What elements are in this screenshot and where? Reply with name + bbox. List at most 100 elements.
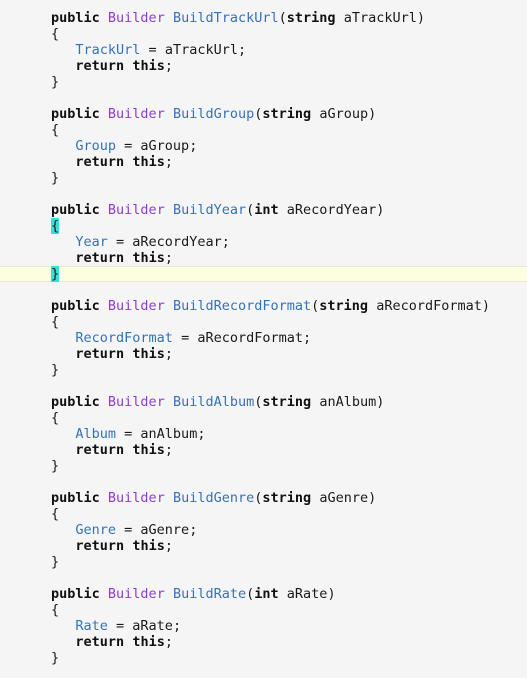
close-brace-line[interactable]: } xyxy=(0,458,527,474)
keyword-this: this xyxy=(132,634,165,650)
close-paren: ) xyxy=(368,490,377,506)
code-text: return this; xyxy=(51,346,173,362)
method-signature-line[interactable]: public Builder BuildGroup(string aGroup) xyxy=(0,106,527,122)
keyword-public: public xyxy=(51,586,100,602)
method-name: BuildRecordFormat xyxy=(172,298,312,314)
open-brace-line[interactable]: { xyxy=(0,602,527,618)
close-brace-line[interactable]: } xyxy=(0,170,527,186)
open-brace-line[interactable]: { xyxy=(0,122,527,138)
return-type: Builder xyxy=(107,10,165,26)
close-paren: ) xyxy=(416,10,425,26)
close-paren: ) xyxy=(376,394,385,410)
code-text: return this; xyxy=(51,250,173,266)
keyword-public: public xyxy=(51,106,100,122)
close-brace-line[interactable]: } xyxy=(0,74,527,90)
code-text: { xyxy=(51,314,59,330)
open-brace-line[interactable]: { xyxy=(0,314,527,330)
param-name: aRate xyxy=(286,586,328,602)
code-text: } xyxy=(51,266,60,282)
assignment-line[interactable]: Album = anAlbum; xyxy=(0,426,527,442)
assignment-line[interactable]: Rate = aRate; xyxy=(0,618,527,634)
method-signature-line[interactable]: public Builder BuildAlbum(string anAlbum… xyxy=(0,394,527,410)
code-text: { xyxy=(51,410,59,426)
code-text: return this; xyxy=(51,154,173,170)
assignment-line[interactable]: TrackUrl = aTrackUrl; xyxy=(0,42,527,58)
method-name: BuildAlbum xyxy=(172,394,255,410)
keyword-this: this xyxy=(132,250,165,266)
param-name: aGenre xyxy=(319,490,369,506)
method-signature-line[interactable]: public Builder BuildTrackUrl(string aTra… xyxy=(0,10,527,26)
assigned-value: aRecordFormat xyxy=(197,330,303,346)
code-text: Year = aRecordYear; xyxy=(51,234,229,250)
semicolon: ; xyxy=(164,538,173,554)
close-paren: ) xyxy=(327,586,336,602)
semicolon: ; xyxy=(189,138,198,154)
close-brace-line[interactable]: } xyxy=(0,554,527,570)
close-brace: } xyxy=(51,650,60,666)
open-brace: { xyxy=(51,314,60,330)
assignment-line[interactable]: Group = aGroup; xyxy=(0,138,527,154)
param-type: string xyxy=(262,490,312,506)
semicolon: ; xyxy=(164,346,173,362)
code-text: return this; xyxy=(51,58,173,74)
code-text: public Builder BuildGenre(string aGenre) xyxy=(51,490,376,506)
code-text: { xyxy=(51,602,59,618)
return-line[interactable]: return this; xyxy=(0,154,527,170)
keyword-return: return xyxy=(75,442,125,458)
open-brace-line[interactable]: { xyxy=(0,506,527,522)
close-brace-line[interactable]: } xyxy=(0,362,527,378)
assign-operator: = xyxy=(140,42,165,58)
close-brace: } xyxy=(51,266,60,282)
code-text: public Builder BuildGroup(string aGroup) xyxy=(51,106,376,122)
open-brace-line[interactable]: { xyxy=(0,410,527,426)
semicolon: ; xyxy=(197,426,206,442)
assignment-line[interactable]: Year = aRecordYear; xyxy=(0,234,527,250)
open-brace: { xyxy=(51,506,60,522)
semicolon: ; xyxy=(303,330,312,346)
return-type: Builder xyxy=(107,586,165,602)
keyword-return: return xyxy=(75,58,125,74)
keyword-return: return xyxy=(75,154,125,170)
code-text: Group = aGroup; xyxy=(51,138,197,154)
code-text: public Builder BuildTrackUrl(string aTra… xyxy=(51,10,425,26)
code-text: TrackUrl = aTrackUrl; xyxy=(51,42,246,58)
return-line[interactable]: return this; xyxy=(0,442,527,458)
close-brace: } xyxy=(51,170,60,186)
close-brace-line[interactable]: } xyxy=(0,650,527,666)
return-line[interactable]: return this; xyxy=(0,58,527,74)
code-text: Rate = aRate; xyxy=(51,618,181,634)
code-text: return this; xyxy=(51,442,173,458)
assignment-line[interactable]: RecordFormat = aRecordFormat; xyxy=(0,330,527,346)
close-brace-line[interactable]: } xyxy=(0,266,527,282)
return-line[interactable]: return this; xyxy=(0,250,527,266)
assign-operator: = xyxy=(107,618,133,634)
param-name: aRecordYear xyxy=(286,202,377,218)
code-text: } xyxy=(51,458,59,474)
method-name: BuildRate xyxy=(172,586,247,602)
method-signature-line[interactable]: public Builder BuildYear(int aRecordYear… xyxy=(0,202,527,218)
method-signature-line[interactable]: public Builder BuildGenre(string aGenre) xyxy=(0,490,527,506)
assigned-value: anAlbum xyxy=(140,426,198,442)
return-line[interactable]: return this; xyxy=(0,538,527,554)
code-text: return this; xyxy=(51,538,173,554)
code-text: { xyxy=(51,122,59,138)
code-text: { xyxy=(51,218,60,234)
field-name: Rate xyxy=(75,618,108,634)
open-brace-line[interactable]: { xyxy=(0,26,527,42)
code-text: } xyxy=(51,362,59,378)
keyword-this: this xyxy=(132,442,165,458)
param-type: int xyxy=(254,202,279,218)
method-signature-line[interactable]: public Builder BuildRate(int aRate) xyxy=(0,586,527,602)
open-brace: { xyxy=(51,218,60,234)
param-name: anAlbum xyxy=(319,394,377,410)
param-type: int xyxy=(254,586,279,602)
code-editor[interactable]: public Builder BuildTrackUrl(string aTra… xyxy=(0,0,527,678)
method-signature-line[interactable]: public Builder BuildRecordFormat(string … xyxy=(0,298,527,314)
return-line[interactable]: return this; xyxy=(0,346,527,362)
open-brace: { xyxy=(51,122,60,138)
assignment-line[interactable]: Genre = aGenre; xyxy=(0,522,527,538)
open-brace: { xyxy=(51,410,60,426)
return-line[interactable]: return this; xyxy=(0,634,527,650)
open-brace-line[interactable]: { xyxy=(0,218,527,234)
semicolon: ; xyxy=(164,58,173,74)
